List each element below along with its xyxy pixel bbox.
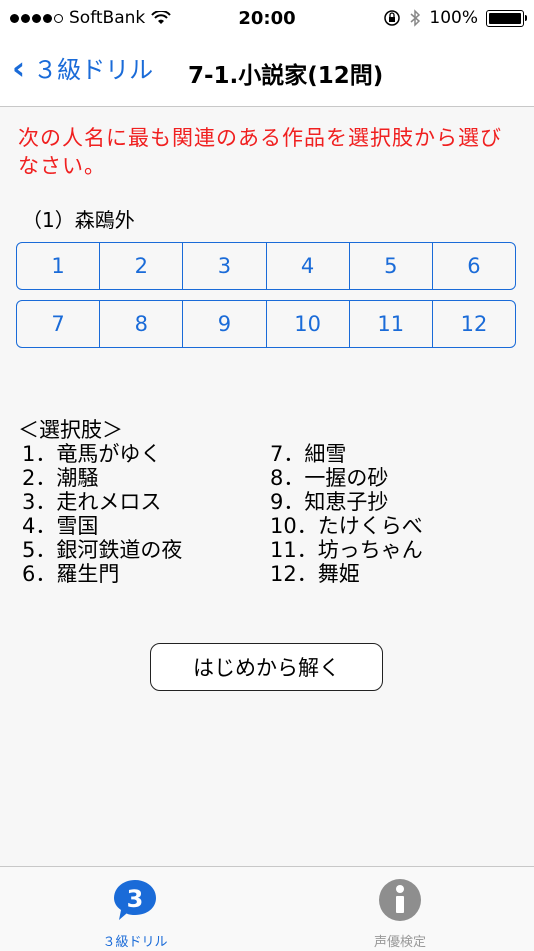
navigation-bar: ‹ ３級ドリル 7-1.小説家(12問) [0,38,534,107]
back-label: ３級ドリル [33,56,154,84]
answer-button-6[interactable]: 6 [433,243,515,289]
answer-button-5[interactable]: 5 [350,243,433,289]
info-icon [379,879,421,921]
choice-item: 1．竜馬がゆく [22,442,162,466]
question-text: 次の人名に最も関連のある作品を選択肢から選びなさい。 [18,126,502,178]
tab-label: 声優検定 [373,935,426,950]
tab-bar: 3 ３級ドリル 声優検定 [0,866,534,951]
tab-level3-drill[interactable]: 3 ３級ドリル [75,877,195,950]
answer-button-8[interactable]: 8 [100,301,184,347]
chevron-left-icon: ‹ [12,48,26,87]
answer-button-9[interactable]: 9 [183,301,267,347]
choices-right-column: 7．細雪 8．一握の砂 9．知恵子抄 10．たけくらべ 11．坊っちゃん 12．… [270,442,510,586]
answer-button-10[interactable]: 10 [267,301,350,347]
choice-item: 6．羅生門 [22,562,120,586]
choice-item: 2．潮騒 [22,466,99,490]
choice-item: 3．走れメロス [22,490,162,514]
choice-item: 7．細雪 [270,442,347,466]
question-item: （1）森鴎外 [22,208,135,232]
tab-label: ３級ドリル [102,935,168,950]
choice-item: 12．舞姫 [270,562,360,586]
battery-percent: 100% [429,8,478,28]
rotation-lock-icon [384,10,401,26]
back-button[interactable]: ‹ ３級ドリル [12,50,153,85]
answer-button-7[interactable]: 7 [17,301,101,347]
answer-button-12[interactable]: 12 [433,301,515,347]
answer-button-11[interactable]: 11 [350,301,433,347]
choice-item: 8．一握の砂 [270,466,389,490]
choice-item: 9．知恵子抄 [270,490,389,514]
choice-item: 11．坊っちゃん [270,538,423,562]
restart-button[interactable]: はじめから解く [150,643,383,691]
answer-button-2[interactable]: 2 [100,243,184,289]
tab-voice-actor-exam[interactable]: 声優検定 [340,877,460,950]
choice-item: 5．銀河鉄道の夜 [22,538,183,562]
answer-row-1: 1 2 3 4 5 6 [16,242,516,290]
battery-icon [486,9,527,27]
page-title: 7-1.小説家(12問) [188,63,384,89]
choices-heading: ＜選択肢＞ [18,418,123,442]
answer-button-4[interactable]: 4 [267,243,350,289]
svg-text:3: 3 [127,885,144,913]
choices-left-column: 1．竜馬がゆく 2．潮騒 3．走れメロス 4．雪国 5．銀河鉄道の夜 6．羅生門 [22,442,262,586]
bluetooth-icon [410,9,421,27]
status-bar: SoftBank 20:00 100% [0,0,534,38]
level-3-icon: 3 [114,880,156,920]
status-right: 100% [383,8,527,28]
choice-item: 10．たけくらべ [270,514,423,538]
choice-item: 4．雪国 [22,514,99,538]
choices-list: ＜選択肢＞ 1．竜馬がゆく 2．潮騒 3．走れメロス 4．雪国 5．銀河鉄道の夜… [18,418,423,586]
answer-button-1[interactable]: 1 [17,243,101,289]
answer-button-3[interactable]: 3 [183,243,267,289]
answer-row-2: 7 8 9 10 11 12 [16,300,516,348]
